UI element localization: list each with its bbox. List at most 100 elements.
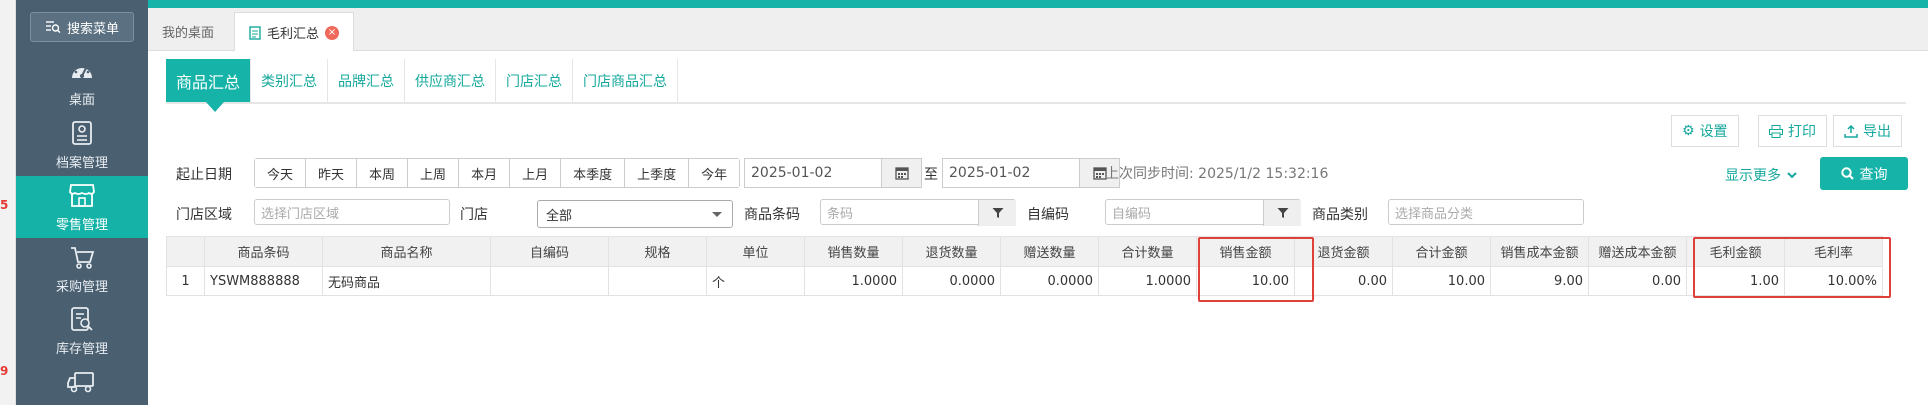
total-qty-cell: 1.0000 [1098,266,1197,296]
gross-profit-highlight [1693,237,1891,298]
sidebar-item-label: 档案管理 [55,155,108,171]
tab-brand-summary[interactable]: 品牌汇总 [328,59,406,102]
export-button[interactable]: 导出 [1833,115,1902,147]
page-tab-gross-profit[interactable]: 毛利汇总 × [234,12,355,52]
sidebar-item-logistics[interactable] [16,362,148,405]
page-tab-desktop[interactable]: 我的桌面 [148,12,228,51]
search-menu-icon [45,21,61,34]
column-header[interactable]: 赠送成本金额 [1588,236,1687,267]
edge-mark: 5 [0,198,9,212]
product-name-cell: 无码商品 [322,266,491,296]
calendar-icon[interactable] [881,159,921,187]
selfcode-label: 自编码 [1027,207,1069,223]
end-date-field[interactable]: 2025-01-02 [942,158,1120,188]
column-header[interactable]: 自编码 [490,236,609,267]
archive-icon [72,120,92,145]
store-label: 门店 [460,207,488,223]
quick-range-this-quarter[interactable]: 本季度 [561,159,626,187]
selfcode-placeholder: 自编码 [1112,206,1152,222]
store-select[interactable]: 全部 [537,200,733,228]
tab-store-summary[interactable]: 门店汇总 [496,59,574,102]
print-label: 打印 [1788,124,1816,140]
caret-down-icon [712,212,722,217]
gear-icon: ⚙ [1682,123,1695,139]
sidebar-item-purchase[interactable]: 采购管理 [16,238,148,300]
last-sync-time: 2025/1/2 15:32:16 [1198,166,1329,182]
column-header[interactable]: 单位 [706,236,805,267]
column-header[interactable]: 商品名称 [322,236,491,267]
selfcode-input[interactable]: 自编码 [1105,199,1301,226]
filter-icon[interactable] [978,200,1016,226]
column-header[interactable]: 销售成本金额 [1490,236,1589,267]
column-header[interactable]: 规格 [608,236,707,267]
quick-range-today[interactable]: 今天 [255,159,307,187]
sidebar-item-inventory[interactable]: 库存管理 [16,300,148,362]
start-date-field[interactable]: 2025-01-02 [744,158,922,188]
barcode-cell: YSWM888888 [204,266,323,296]
tab-store-product-summary[interactable]: 门店商品汇总 [573,59,679,102]
return-qty-cell: 0.0000 [902,266,1001,296]
column-header[interactable]: 合计金额 [1392,236,1491,267]
tab-product-summary[interactable]: 商品汇总 [166,59,252,112]
close-icon[interactable]: × [325,25,340,40]
sidebar-item-desktop[interactable]: 桌面 [16,52,148,114]
query-label: 查询 [1859,166,1888,183]
sidebar-item-label: 零售管理 [55,217,108,233]
filter-icon[interactable] [1263,200,1301,226]
category-input[interactable]: 选择商品分类 [1388,199,1584,225]
column-header[interactable]: 商品条码 [204,236,323,267]
chevron-down-icon [1787,171,1797,178]
quick-range-this-year[interactable]: 今年 [689,159,740,187]
search-menu-button[interactable]: 搜索菜单 [30,12,134,42]
cart-icon [71,246,95,269]
barcode-placeholder: 条码 [827,206,854,222]
quick-range-this-month[interactable]: 本月 [459,159,511,187]
sidebar-item-label: 采购管理 [55,279,108,295]
column-header[interactable]: 销售数量 [804,236,903,267]
sales-cost-cell: 9.00 [1490,266,1589,296]
sidebar-item-label: 库存管理 [55,341,108,357]
barcode-input[interactable]: 条码 [820,199,1016,226]
store-select-value: 全部 [546,208,573,224]
query-button[interactable]: 查询 [1820,157,1908,190]
spec-cell [608,266,707,296]
region-input[interactable]: 选择门店区域 [254,199,450,225]
quick-range-last-month[interactable]: 上月 [510,159,562,187]
tab-category-summary[interactable]: 类别汇总 [251,59,329,102]
gross-profit-table: 商品条码 商品名称 自编码 规格 单位 销售数量 退货数量 赠送数量 合计数量 … [166,236,1883,296]
column-header[interactable]: 赠送数量 [1000,236,1099,267]
settings-label: 设置 [1699,124,1728,140]
table-row[interactable]: 1 YSWM888888 无码商品 个 1.0000 0.0000 0.0000… [166,266,1883,296]
column-header [166,236,205,267]
selfcode-cell [490,266,609,296]
row-index-cell: 1 [166,266,205,296]
quick-range-group: 今天 昨天 本周 上周 本月 上月 本季度 上季度 今年 [254,158,741,188]
store-icon [69,183,95,207]
sales-qty-cell: 1.0000 [804,266,903,296]
show-more-link[interactable]: 显示更多 [1725,165,1797,185]
last-sync-label: 上次同步时间: [1105,166,1194,182]
export-label: 导出 [1863,124,1891,140]
search-menu-label: 搜索菜单 [66,21,119,37]
summary-tabs: 商品汇总 类别汇总 品牌汇总 供应商汇总 门店汇总 门店商品汇总 [166,59,1906,112]
date-range-label: 起止日期 [176,167,232,183]
document-icon [249,25,261,40]
date-to-label: 至 [924,167,938,183]
end-date-value: 2025-01-02 [949,165,1031,181]
truck-icon [67,372,94,393]
show-more-label: 显示更多 [1725,168,1781,184]
gift-qty-cell: 0.0000 [1000,266,1099,296]
sales-amount-highlight [1198,237,1314,302]
sidebar-item-retail[interactable]: 零售管理 [16,176,148,238]
settings-button[interactable]: ⚙ 设置 [1671,115,1739,147]
quick-range-this-week[interactable]: 本周 [357,159,409,187]
print-button[interactable]: 打印 [1758,115,1827,147]
column-header[interactable]: 退货数量 [902,236,1001,267]
quick-range-last-week[interactable]: 上周 [408,159,460,187]
column-header[interactable]: 合计数量 [1098,236,1197,267]
quick-range-yesterday[interactable]: 昨天 [306,159,358,187]
sidebar-item-archive[interactable]: 档案管理 [16,114,148,176]
quick-range-last-quarter[interactable]: 上季度 [625,159,690,187]
tab-supplier-summary[interactable]: 供应商汇总 [405,59,497,102]
gift-cost-cell: 0.00 [1588,266,1687,296]
